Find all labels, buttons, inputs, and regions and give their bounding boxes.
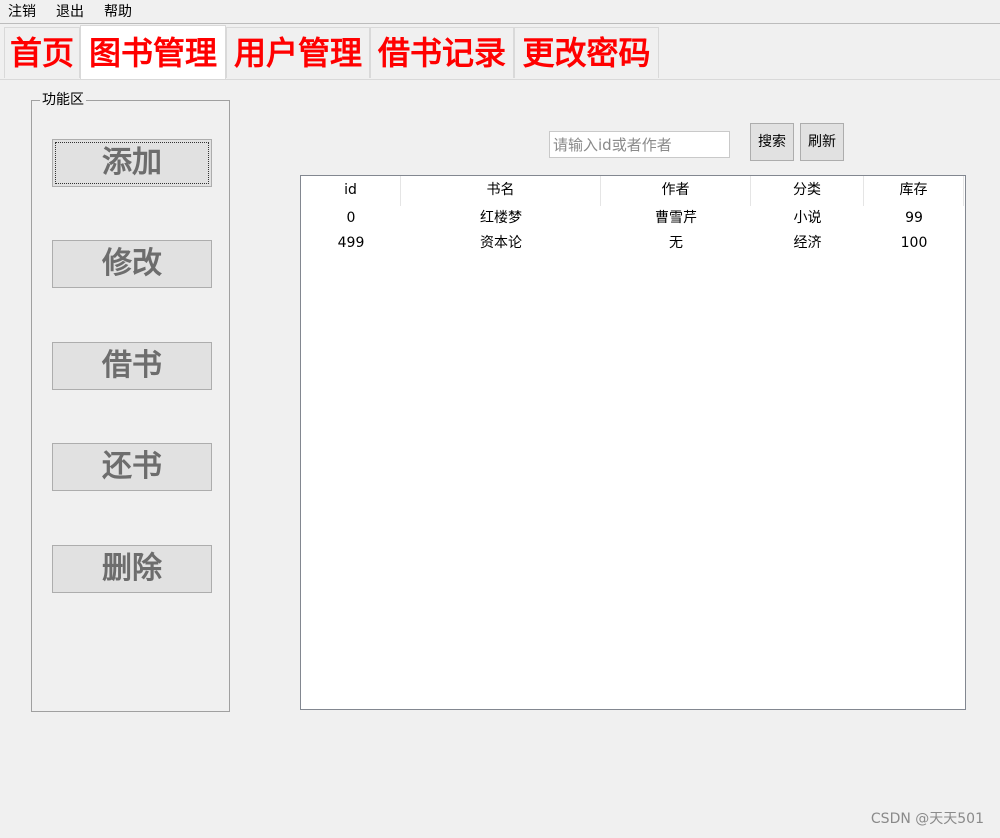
- menu-logout[interactable]: 注销: [8, 3, 36, 21]
- tab-strip: 首页 图书管理 用户管理 借书记录 更改密码: [0, 25, 1000, 79]
- borrow-button[interactable]: 借书: [52, 342, 212, 390]
- watermark: CSDN @天天501: [870, 811, 984, 827]
- search-input[interactable]: [549, 131, 730, 158]
- cell-id: 499: [337, 235, 365, 251]
- table-header: id 书名 作者 分类 库存: [301, 176, 965, 206]
- cell-author: 无: [669, 235, 683, 251]
- menu-exit[interactable]: 退出: [56, 3, 84, 21]
- column-header-category[interactable]: 分类: [751, 176, 864, 206]
- function-area-groupbox: 功能区 添加 修改 借书 还书 删除: [31, 91, 230, 712]
- tab-content-panel: 功能区 添加 修改 借书 还书 删除 搜索 刷新 id 书名 作者 分类 库存 …: [0, 79, 1000, 838]
- cell-id: 0: [346, 210, 356, 226]
- return-button[interactable]: 还书: [52, 443, 212, 491]
- cell-stock: 100: [900, 235, 928, 251]
- add-button[interactable]: 添加: [52, 139, 212, 187]
- cell-category: 经济: [793, 235, 822, 251]
- tab-book-management[interactable]: 图书管理: [80, 25, 226, 79]
- cell-title: 资本论: [480, 235, 522, 251]
- column-header-stock[interactable]: 库存: [864, 176, 964, 206]
- table-row[interactable]: 0 红楼梦 曹雪芹 小说 99: [301, 206, 965, 231]
- cell-category: 小说: [793, 210, 822, 226]
- column-header-author[interactable]: 作者: [601, 176, 751, 206]
- tab-borrow-records[interactable]: 借书记录: [370, 27, 514, 78]
- edit-button[interactable]: 修改: [52, 240, 212, 288]
- tab-home[interactable]: 首页: [4, 27, 80, 78]
- refresh-button[interactable]: 刷新: [800, 123, 844, 161]
- table-row[interactable]: 499 资本论 无 经济 100: [301, 231, 965, 256]
- book-table[interactable]: id 书名 作者 分类 库存 0 红楼梦 曹雪芹 小说 99 499 资本论 无…: [300, 175, 966, 710]
- function-area-title: 功能区: [40, 91, 86, 109]
- menu-bar: 注销 退出 帮助: [0, 0, 1000, 24]
- search-button[interactable]: 搜索: [750, 123, 794, 161]
- tab-change-password[interactable]: 更改密码: [514, 27, 659, 78]
- column-header-title[interactable]: 书名: [401, 176, 601, 206]
- menu-help[interactable]: 帮助: [104, 3, 132, 21]
- tab-user-management[interactable]: 用户管理: [226, 27, 370, 78]
- cell-stock: 99: [905, 210, 923, 226]
- cell-title: 红楼梦: [480, 210, 522, 226]
- column-header-id[interactable]: id: [301, 176, 401, 206]
- cell-author: 曹雪芹: [655, 210, 697, 226]
- delete-button[interactable]: 删除: [52, 545, 212, 593]
